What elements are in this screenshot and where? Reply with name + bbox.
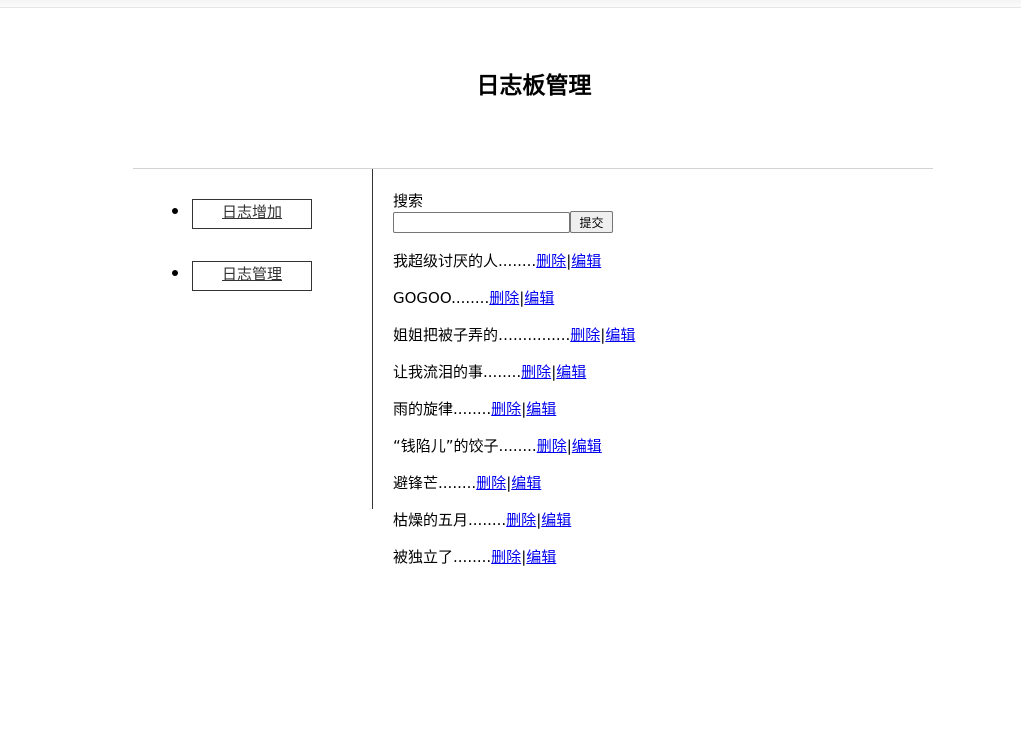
edit-link[interactable]: 编辑: [556, 363, 586, 381]
browser-top-strip: [0, 0, 1021, 8]
bullet-icon: [172, 208, 178, 214]
delete-link[interactable]: 删除: [570, 326, 600, 344]
log-dots: ........: [438, 474, 477, 492]
log-title: 姐姐把被子弄的: [393, 326, 499, 344]
log-dots: ........: [483, 363, 522, 381]
list-item: 我超级讨厌的人........删除|编辑: [393, 250, 601, 271]
search-label: 搜索: [393, 192, 424, 210]
list-item: 雨的旋律........删除|编辑: [393, 398, 556, 419]
list-item: GOGOO........删除|编辑: [393, 287, 554, 308]
delete-link[interactable]: 删除: [537, 437, 567, 455]
bullet-icon: [172, 270, 178, 276]
log-title: “钱陷儿”的饺子: [393, 437, 499, 455]
header-divider: [133, 168, 933, 169]
list-item: 被独立了........删除|编辑: [393, 546, 556, 567]
edit-link[interactable]: 编辑: [571, 252, 601, 270]
search-input[interactable]: [393, 212, 570, 233]
log-dots: ........: [498, 437, 537, 455]
edit-link[interactable]: 编辑: [511, 474, 541, 492]
log-title: 被独立了: [393, 548, 454, 566]
log-title: GOGOO: [393, 289, 452, 307]
log-title: 避锋芒: [393, 474, 439, 492]
delete-link[interactable]: 删除: [521, 363, 551, 381]
log-title: 雨的旋律: [393, 400, 454, 418]
edit-link[interactable]: 编辑: [572, 437, 602, 455]
page-title: 日志板管理: [476, 73, 592, 99]
list-item: 姐姐把被子弄的…............删除|编辑: [393, 324, 635, 345]
log-title: 让我流泪的事: [393, 363, 484, 381]
sidebar-divider: [372, 169, 373, 509]
log-title: 枯燥的五月: [393, 511, 469, 529]
list-item: 避锋芒........删除|编辑: [393, 472, 541, 493]
delete-link[interactable]: 删除: [489, 289, 519, 307]
delete-link[interactable]: 删除: [491, 400, 521, 418]
delete-link[interactable]: 删除: [506, 511, 536, 529]
log-dots: ........: [453, 400, 492, 418]
manage-log-link[interactable]: 日志管理: [192, 261, 312, 291]
list-item: 枯燥的五月........删除|编辑: [393, 509, 571, 530]
edit-link[interactable]: 编辑: [526, 548, 556, 566]
log-dots: ........: [453, 548, 492, 566]
submit-button[interactable]: 提交: [570, 211, 613, 233]
list-item: 让我流泪的事........删除|编辑: [393, 361, 586, 382]
edit-link[interactable]: 编辑: [526, 400, 556, 418]
edit-link[interactable]: 编辑: [524, 289, 554, 307]
delete-link[interactable]: 删除: [491, 548, 521, 566]
log-title: 我超级讨厌的人: [393, 252, 499, 270]
add-log-link[interactable]: 日志增加: [192, 199, 312, 229]
log-dots: ........: [451, 289, 490, 307]
log-dots: ........: [468, 511, 507, 529]
log-dots: ........: [498, 252, 537, 270]
log-dots: …............: [498, 326, 571, 344]
edit-link[interactable]: 编辑: [541, 511, 571, 529]
delete-link[interactable]: 删除: [476, 474, 506, 492]
list-item: “钱陷儿”的饺子........删除|编辑: [393, 435, 602, 456]
delete-link[interactable]: 删除: [536, 252, 566, 270]
edit-link[interactable]: 编辑: [605, 326, 635, 344]
